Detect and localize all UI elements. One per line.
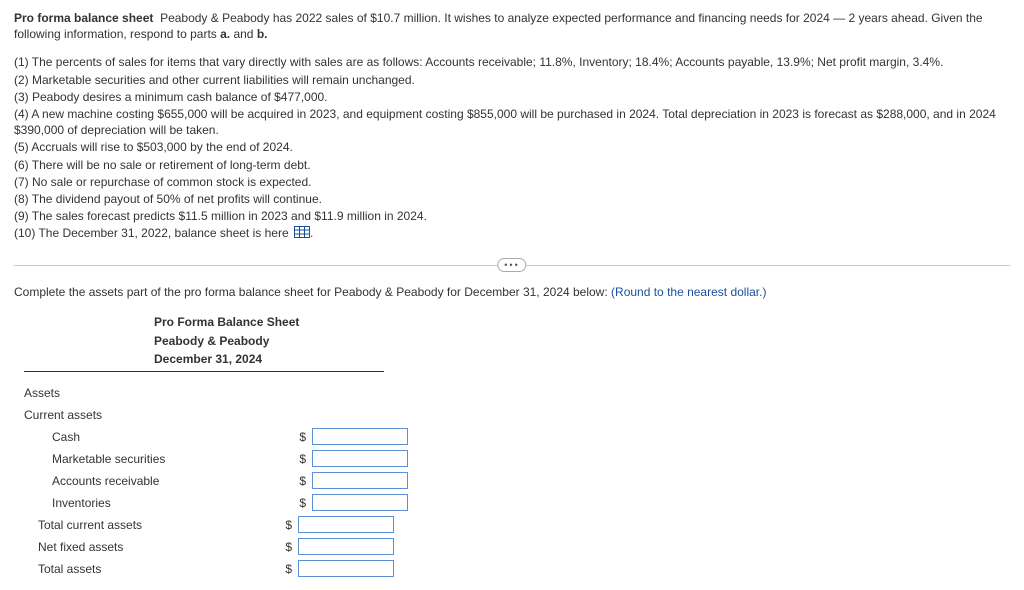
row-cash: Cash $ — [24, 426, 1010, 448]
intro-body-d: b. — [257, 27, 268, 41]
assumption-3: (3) Peabody desires a minimum cash balan… — [14, 89, 1010, 105]
input-net-fixed-assets[interactable] — [298, 538, 394, 555]
currency-symbol: $ — [278, 517, 292, 533]
label-inventories: Inventories — [24, 495, 292, 511]
label-accounts-receivable: Accounts receivable — [24, 473, 292, 489]
assumption-8: (8) The dividend payout of 50% of net pr… — [14, 191, 1010, 207]
row-net-fixed-assets: Net fixed assets $ — [24, 536, 1010, 558]
assumption-10: (10) The December 31, 2022, balance shee… — [14, 225, 1010, 242]
input-inventories[interactable] — [312, 494, 408, 511]
section-separator: ••• — [14, 260, 1010, 270]
intro-body-b: a. — [220, 27, 230, 41]
expand-ellipsis-button[interactable]: ••• — [497, 258, 526, 272]
currency-symbol: $ — [278, 561, 292, 577]
currency-symbol: $ — [278, 539, 292, 555]
currency-symbol: $ — [292, 495, 306, 511]
currency-symbol: $ — [292, 429, 306, 445]
intro-body-a: Peabody & Peabody has 2022 sales of $10.… — [14, 11, 983, 41]
table-icon[interactable] — [294, 226, 310, 242]
assumption-1: (1) The percents of sales for items that… — [14, 54, 1010, 70]
row-inventories: Inventories $ — [24, 492, 1010, 514]
sheet-header: Pro Forma Balance Sheet Peabody & Peabod… — [154, 314, 1010, 367]
input-cash[interactable] — [312, 428, 408, 445]
label-marketable-securities: Marketable securities — [24, 451, 292, 467]
assumption-10-text: (10) The December 31, 2022, balance shee… — [14, 226, 292, 240]
header-rule — [24, 371, 384, 372]
input-marketable-securities[interactable] — [312, 450, 408, 467]
assumption-10-period: . — [310, 226, 313, 240]
row-accounts-receivable: Accounts receivable $ — [24, 470, 1010, 492]
assumption-6: (6) There will be no sale or retirement … — [14, 157, 1010, 173]
sheet-company: Peabody & Peabody — [154, 333, 1010, 349]
instruction-main: Complete the assets part of the pro form… — [14, 285, 611, 299]
intro-title: Pro forma balance sheet — [14, 11, 153, 25]
label-net-fixed-assets: Net fixed assets — [24, 539, 278, 555]
assets-heading: Assets — [24, 385, 264, 401]
sheet-title: Pro Forma Balance Sheet — [154, 314, 1010, 330]
assumption-7: (7) No sale or repurchase of common stoc… — [14, 174, 1010, 190]
assumption-2: (2) Marketable securities and other curr… — [14, 72, 1010, 88]
rounding-note: (Round to the nearest dollar.) — [611, 285, 766, 299]
currency-symbol: $ — [292, 473, 306, 489]
current-assets-heading: Current assets — [24, 407, 264, 423]
sheet-date: December 31, 2024 — [154, 351, 1010, 367]
problem-intro: Pro forma balance sheet Peabody & Peabod… — [14, 10, 1010, 42]
input-total-current-assets[interactable] — [298, 516, 394, 533]
row-marketable-securities: Marketable securities $ — [24, 448, 1010, 470]
currency-symbol: $ — [292, 451, 306, 467]
assumption-4: (4) A new machine costing $655,000 will … — [14, 106, 1010, 138]
label-total-current-assets: Total current assets — [24, 517, 278, 533]
instruction-text: Complete the assets part of the pro form… — [14, 284, 1010, 300]
intro-body-c: and — [230, 27, 257, 41]
pro-forma-sheet: Pro Forma Balance Sheet Peabody & Peabod… — [24, 314, 1010, 580]
input-total-assets[interactable] — [298, 560, 394, 577]
assumption-5: (5) Accruals will rise to $503,000 by th… — [14, 139, 1010, 155]
label-total-assets: Total assets — [24, 561, 278, 577]
input-accounts-receivable[interactable] — [312, 472, 408, 489]
label-cash: Cash — [24, 429, 292, 445]
assumption-9: (9) The sales forecast predicts $11.5 mi… — [14, 208, 1010, 224]
current-assets-heading-row: Current assets — [24, 404, 1010, 426]
assets-heading-row: Assets — [24, 382, 1010, 404]
assumptions-list: (1) The percents of sales for items that… — [14, 54, 1010, 242]
row-total-current-assets: Total current assets $ — [24, 514, 1010, 536]
